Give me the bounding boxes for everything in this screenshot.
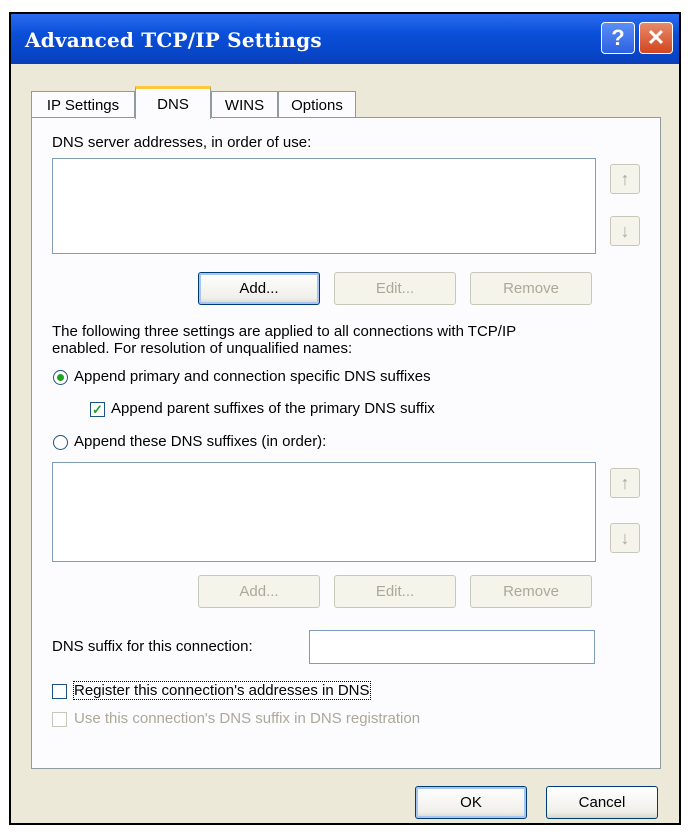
tab-wins[interactable]: WINS xyxy=(211,91,278,119)
tab-options[interactable]: Options xyxy=(278,91,356,119)
dns-add-button[interactable]: Add... xyxy=(198,272,320,305)
arrow-down-icon: ↓ xyxy=(620,220,630,241)
close-icon: ✕ xyxy=(646,25,666,50)
dns-remove-button[interactable]: Remove xyxy=(470,272,592,305)
help-icon: ? xyxy=(611,25,625,50)
append-primary-radio[interactable] xyxy=(53,370,68,385)
append-these-label: Append these DNS suffixes (in order): xyxy=(74,433,327,450)
tab-label: IP Settings xyxy=(46,97,120,114)
button-label: Add... xyxy=(239,280,279,297)
dns-move-up-button[interactable]: ↑ xyxy=(610,164,640,194)
info-text-line2: enabled. For resolution of unqualified n… xyxy=(52,340,353,357)
dns-servers-label: DNS server addresses, in order of use: xyxy=(52,134,312,151)
dns-suffixes-list[interactable] xyxy=(52,462,596,562)
tab-label: Options xyxy=(291,97,343,114)
checkmark-icon: ✓ xyxy=(92,402,103,417)
tab-dns[interactable]: DNS xyxy=(135,86,211,119)
dns-edit-button[interactable]: Edit... xyxy=(334,272,456,305)
use-suffix-label: Use this connection's DNS suffix in DNS … xyxy=(74,710,421,727)
suffix-move-up-button[interactable]: ↑ xyxy=(610,468,640,498)
ok-button[interactable]: OK xyxy=(415,786,527,819)
append-these-radio[interactable] xyxy=(53,435,68,450)
button-label: Edit... xyxy=(375,280,415,297)
tab-ip-settings[interactable]: IP Settings xyxy=(31,91,135,119)
title-bar[interactable]: Advanced TCP/IP Settings ? ✕ xyxy=(11,14,679,64)
append-parent-label: Append parent suffixes of the primary DN… xyxy=(111,400,435,417)
dns-suffix-label: DNS suffix for this connection: xyxy=(52,638,253,655)
button-label: Edit... xyxy=(375,583,415,600)
arrow-up-icon: ↑ xyxy=(620,168,630,189)
button-label: Cancel xyxy=(578,794,626,811)
append-primary-label: Append primary and connection specific D… xyxy=(74,368,431,385)
suffix-remove-button[interactable]: Remove xyxy=(470,575,592,608)
cancel-button[interactable]: Cancel xyxy=(546,786,658,819)
dns-move-down-button[interactable]: ↓ xyxy=(610,216,640,246)
button-label: Remove xyxy=(503,583,559,600)
arrow-up-icon: ↑ xyxy=(620,472,630,493)
use-suffix-checkbox[interactable] xyxy=(52,712,67,727)
register-label: Register this connection's addresses in … xyxy=(73,681,371,700)
dialog-body: IP Settings DNS WINS Options DNS server … xyxy=(11,64,679,823)
dns-suffix-input[interactable] xyxy=(309,630,595,664)
window-title: Advanced TCP/IP Settings xyxy=(25,28,322,52)
append-parent-checkbox[interactable]: ✓ xyxy=(90,402,105,417)
advanced-tcpip-dialog: Advanced TCP/IP Settings ? ✕ IP Settings… xyxy=(9,12,681,825)
dns-servers-list[interactable] xyxy=(52,158,596,254)
button-label: OK xyxy=(460,794,482,811)
button-label: Remove xyxy=(503,280,559,297)
suffix-move-down-button[interactable]: ↓ xyxy=(610,523,640,553)
register-checkbox[interactable] xyxy=(52,684,67,699)
help-button[interactable]: ? xyxy=(601,22,635,54)
tab-label: DNS xyxy=(157,95,189,113)
dns-tab-panel: DNS server addresses, in order of use: ↑… xyxy=(31,117,661,769)
arrow-down-icon: ↓ xyxy=(620,527,630,548)
info-text-line1: The following three settings are applied… xyxy=(52,323,517,340)
suffix-add-button[interactable]: Add... xyxy=(198,575,320,608)
close-button[interactable]: ✕ xyxy=(639,22,673,54)
suffix-edit-button[interactable]: Edit... xyxy=(334,575,456,608)
tab-label: WINS xyxy=(224,97,265,114)
button-label: Add... xyxy=(239,583,279,600)
